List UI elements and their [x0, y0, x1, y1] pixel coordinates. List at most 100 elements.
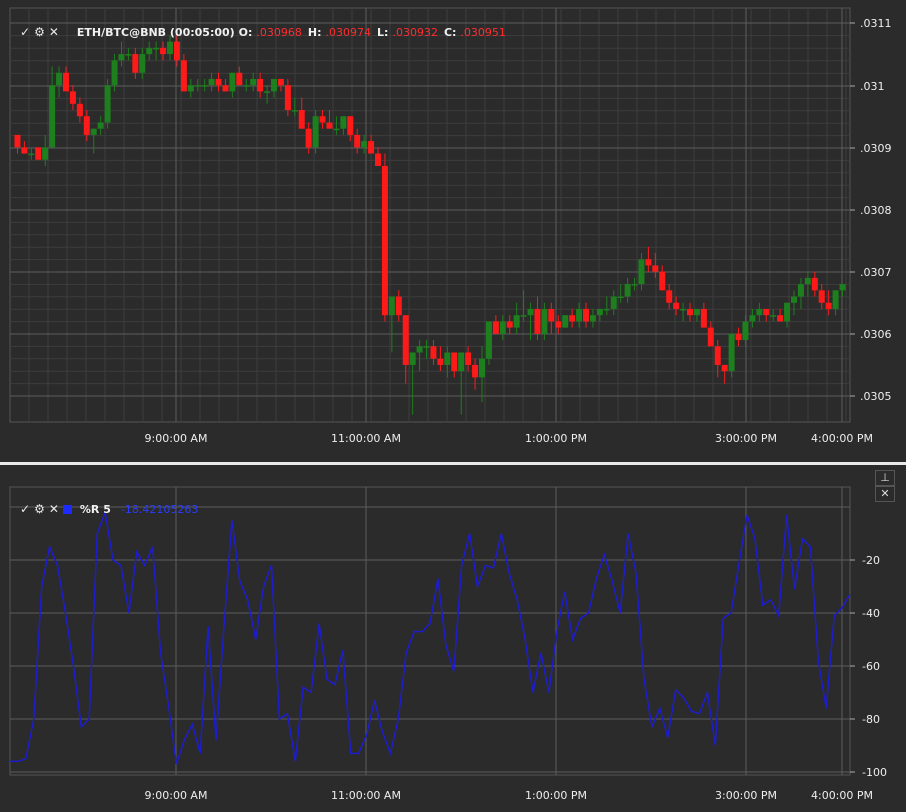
- indicator-pane[interactable]: -20 -40 -60 -80 -100 9:00:00 AM 11:00:00 AM 1:0…: [0, 465, 906, 808]
- close-value: .030951: [460, 25, 506, 39]
- symbol-label: ETH/BTC@BNB (00:05:00): [76, 25, 235, 39]
- candle-body: [69, 91, 76, 104]
- open-label: O:: [238, 25, 253, 39]
- candle-body: [673, 302, 680, 309]
- candle-body: [451, 352, 458, 372]
- candle-body: [492, 321, 499, 334]
- candle-body: [49, 85, 56, 148]
- candle-body: [659, 271, 666, 291]
- candle-body: [638, 259, 645, 285]
- price-chart[interactable]: .0311 .031 .0309 .0308 .0307 .0306 .0305 9:00:0…: [0, 0, 906, 462]
- high-label: H:: [307, 25, 322, 39]
- close-label: C:: [443, 25, 457, 39]
- candle-body: [180, 60, 187, 92]
- x-tick-label: 4:00:00 PM: [811, 789, 873, 802]
- x-tick-label: 1:00:00 PM: [525, 432, 587, 445]
- candle-body: [735, 333, 742, 341]
- candle-body: [284, 85, 291, 111]
- candle-body: [714, 346, 721, 365]
- candle-body: [194, 85, 201, 87]
- candle-body: [42, 147, 49, 160]
- high-value: .030974: [325, 25, 372, 39]
- close-icon[interactable]: ✕: [49, 25, 59, 39]
- candle-body: [167, 41, 173, 55]
- candle-body: [617, 296, 624, 299]
- candle-body: [56, 72, 63, 86]
- indicator-value: -18.42105263: [120, 502, 199, 516]
- price-pane[interactable]: .0311 .031 .0309 .0308 .0307 .0306 .0305 9:00:0…: [0, 0, 906, 462]
- candle-body: [596, 308, 603, 316]
- candle-body: [139, 54, 146, 73]
- candle-body: [652, 265, 659, 272]
- candle-body: [541, 308, 548, 334]
- low-label: L:: [377, 25, 389, 39]
- candle-body: [354, 134, 361, 148]
- candle-body: [35, 147, 42, 160]
- candle-body: [527, 308, 534, 316]
- check-icon[interactable]: ✓: [20, 25, 30, 39]
- candle-body: [797, 284, 804, 297]
- candle-body: [610, 296, 617, 309]
- candle-body: [243, 85, 250, 87]
- candle-body: [624, 284, 631, 297]
- candle-body: [395, 296, 402, 316]
- candle-body: [361, 141, 368, 148]
- x-tick-label: 3:00:00 PM: [715, 789, 777, 802]
- candle-body: [28, 153, 35, 156]
- candle-body: [132, 54, 139, 73]
- candle-body: [76, 103, 83, 117]
- pin-icon[interactable]: ⊥: [875, 470, 895, 486]
- y-tick-label: .0306: [860, 328, 892, 341]
- gear-icon[interactable]: ⚙: [34, 502, 45, 516]
- candle-body: [666, 290, 673, 303]
- candle-body: [215, 78, 222, 86]
- x-tick-label: 3:00:00 PM: [715, 432, 777, 445]
- candle-body: [804, 277, 811, 285]
- candle-body: [472, 364, 479, 378]
- candle-body: [485, 321, 492, 359]
- candle-body: [589, 315, 596, 322]
- candle-body: [444, 352, 451, 365]
- gear-icon[interactable]: ⚙: [34, 25, 45, 39]
- candle-body: [83, 116, 90, 135]
- candle-body: [555, 321, 562, 328]
- candle-body: [305, 128, 312, 148]
- candle-body: [222, 85, 229, 92]
- y-tick-label: .0311: [860, 17, 892, 30]
- williams-r-chart[interactable]: -20 -40 -60 -80 -100 9:00:00 AM 11:00:00 AM 1:0…: [0, 465, 906, 808]
- candle-body: [700, 308, 707, 328]
- y-tick-label: -40: [862, 607, 880, 620]
- candle-body: [763, 308, 770, 316]
- candle-body: [832, 290, 839, 309]
- candle-body: [742, 321, 749, 341]
- x-tick-label: 4:00:00 PM: [811, 432, 873, 445]
- candle-body: [520, 315, 527, 317]
- candle-body: [603, 308, 610, 311]
- candle-body: [506, 321, 513, 328]
- candle-body: [298, 110, 305, 129]
- williams-r-line: [10, 509, 851, 765]
- low-value: .030932: [392, 25, 438, 39]
- candle-body: [513, 315, 520, 328]
- candle-body: [430, 346, 437, 359]
- candle-body: [728, 333, 735, 372]
- candle-body: [208, 78, 215, 86]
- x-tick-label: 1:00:00 PM: [525, 789, 587, 802]
- candle-body: [381, 165, 388, 316]
- candle-body: [125, 54, 132, 56]
- check-icon[interactable]: ✓: [20, 502, 30, 516]
- candle-body: [479, 358, 485, 378]
- candle-body: [97, 122, 104, 129]
- close-icon[interactable]: ✕: [49, 502, 59, 516]
- candle-body: [825, 302, 832, 309]
- candle-body: [104, 85, 111, 123]
- y-tick-label: -60: [862, 660, 880, 673]
- candle-body: [562, 315, 569, 328]
- candle-body: [14, 134, 21, 148]
- candle-body: [437, 358, 444, 365]
- candle-body: [631, 284, 638, 286]
- close-pane-button[interactable]: ✕: [875, 486, 895, 502]
- y-tick-label: .0305: [860, 390, 892, 403]
- candle-body: [90, 128, 97, 135]
- candle-body: [153, 47, 160, 50]
